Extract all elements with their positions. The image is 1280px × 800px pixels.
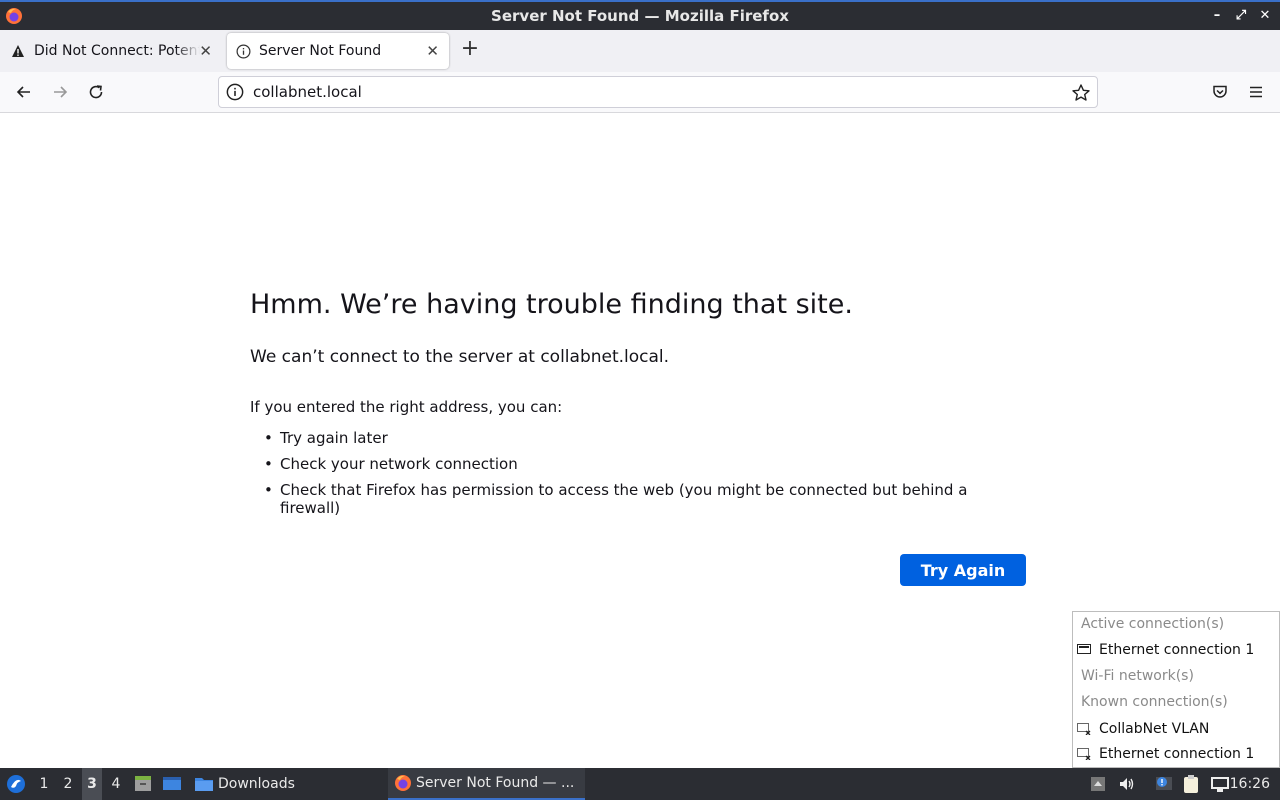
known-connection-ethernet-1[interactable]: Ethernet connection 1	[1073, 742, 1279, 766]
downloads-label: Downloads	[218, 776, 295, 792]
desktop-icon	[163, 777, 181, 790]
notification-icon	[1156, 777, 1172, 790]
minimize-button[interactable]: –	[1210, 8, 1224, 23]
workspace-4[interactable]: 4	[106, 768, 126, 800]
tab-did-not-connect[interactable]: Did Not Connect: Potential Security Issu…	[0, 33, 222, 69]
known-connection-collabnet-vlan[interactable]: CollabNet VLAN	[1073, 717, 1279, 741]
workspace-3[interactable]: 3	[82, 768, 102, 800]
navigation-toolbar	[0, 72, 1280, 113]
forward-arrow-icon	[54, 86, 68, 98]
hamburger-menu-icon	[1250, 86, 1262, 98]
connection-label: CollabNet VLAN	[1099, 721, 1210, 737]
window-title: Server Not Found — Mozilla Firefox	[491, 7, 789, 25]
disconnected-network-icon	[1077, 748, 1091, 760]
connection-label: Ethernet connection 1	[1099, 746, 1255, 762]
site-info-icon[interactable]	[226, 83, 244, 101]
try-again-button[interactable]: Try Again	[900, 554, 1026, 586]
start-menu-button[interactable]	[4, 768, 28, 800]
error-hint: If you entered the right address, you ca…	[250, 398, 563, 416]
app-menu-button[interactable]	[1244, 80, 1268, 104]
network-wired-icon	[1211, 777, 1229, 792]
firefox-logo-icon	[395, 775, 411, 791]
suggestion-item: Check that Firefox has permission to acc…	[264, 481, 1024, 517]
network-menu: Active connection(s) Ethernet connection…	[1072, 611, 1280, 768]
close-tab-icon[interactable]: ✕	[199, 42, 212, 60]
new-tab-button[interactable]: +	[458, 38, 482, 62]
file-cabinet-icon	[135, 776, 151, 791]
tab-title: Server Not Found	[259, 43, 382, 59]
url-input[interactable]	[253, 83, 1033, 101]
back-arrow-icon	[16, 86, 30, 98]
back-button[interactable]	[12, 80, 36, 104]
warning-icon	[10, 43, 26, 59]
window-titlebar: Server Not Found — Mozilla Firefox – ⤢ ✕	[0, 0, 1280, 30]
maximize-button[interactable]: ⤢	[1234, 8, 1248, 23]
tab-server-not-found[interactable]: Server Not Found ✕	[227, 33, 449, 69]
pocket-button[interactable]	[1208, 80, 1232, 104]
reload-button[interactable]	[84, 80, 108, 104]
bookmark-star-icon[interactable]	[1071, 83, 1091, 103]
start-menu-icon	[7, 775, 25, 793]
error-description: We can’t connect to the server at collab…	[250, 347, 670, 367]
suggestion-item: Check your network connection	[264, 455, 1024, 473]
tab-title: Did Not Connect: Potential Security Issu…	[34, 43, 200, 59]
clipboard-button[interactable]	[1182, 768, 1204, 800]
taskbar-window-firefox[interactable]: Server Not Found — ...	[388, 768, 585, 800]
known-connections-header: Known connection(s)	[1081, 694, 1228, 710]
active-connections-header: Active connection(s)	[1081, 616, 1225, 632]
downloads-folder-button[interactable]: Downloads	[194, 768, 295, 800]
taskbar-window-title: Server Not Found — ...	[416, 775, 575, 791]
active-ethernet-connection[interactable]: Ethernet connection 1	[1073, 638, 1279, 662]
close-window-button[interactable]: ✕	[1258, 8, 1272, 23]
ethernet-icon	[1077, 644, 1091, 654]
show-desktop-launcher[interactable]	[162, 768, 184, 800]
workspace-2[interactable]: 2	[58, 768, 78, 800]
wifi-networks-header: Wi-Fi network(s)	[1081, 668, 1194, 684]
tray-arrow-icon	[1091, 777, 1105, 791]
clipboard-icon	[1184, 775, 1198, 793]
file-manager-launcher[interactable]	[134, 768, 154, 800]
close-tab-icon[interactable]: ✕	[426, 42, 439, 60]
suggestion-item: Try again later	[264, 429, 1024, 447]
url-bar[interactable]	[218, 76, 1098, 108]
suggestion-list: Try again later Check your network conne…	[264, 429, 1024, 525]
disconnected-network-icon	[1077, 723, 1091, 735]
forward-button[interactable]	[48, 80, 72, 104]
taskbar: 1 2 3 4 Downloads Server Not Found — ...…	[0, 768, 1280, 800]
info-icon	[235, 43, 251, 59]
workspace-1[interactable]: 1	[34, 768, 54, 800]
connection-label: Ethernet connection 1	[1099, 642, 1255, 658]
speaker-icon	[1120, 778, 1134, 790]
notification-button[interactable]	[1154, 768, 1176, 800]
reload-icon	[89, 85, 103, 99]
pocket-icon	[1213, 85, 1227, 98]
tray-overflow-button[interactable]	[1090, 768, 1110, 800]
folder-icon	[195, 778, 213, 791]
tab-strip: Did Not Connect: Potential Security Issu…	[0, 30, 1280, 72]
error-title: Hmm. We’re having trouble finding that s…	[250, 289, 853, 320]
clock[interactable]: 16:26	[1230, 768, 1270, 800]
volume-button[interactable]	[1118, 768, 1138, 800]
firefox-logo-icon	[6, 8, 22, 24]
